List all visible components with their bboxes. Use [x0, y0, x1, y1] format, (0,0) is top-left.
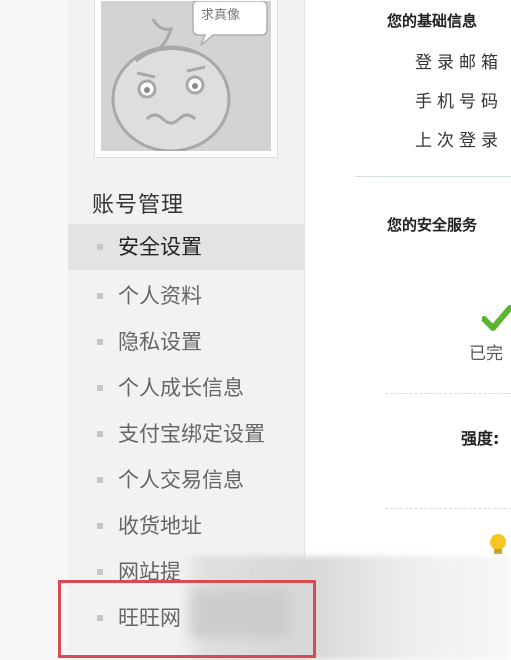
- sidebar-item-privacy[interactable]: 隐私设置: [68, 319, 304, 365]
- strength-label: 强度:: [461, 429, 500, 448]
- bullet-icon: [97, 523, 103, 529]
- status-done-label: 已完: [469, 344, 503, 364]
- section-divider: [355, 176, 511, 177]
- avatar-bubble-text: 求真像: [201, 8, 241, 23]
- sidebar-item-profile[interactable]: 个人资料: [68, 273, 304, 319]
- sidebar-item-trade-info[interactable]: 个人交易信息: [68, 457, 304, 503]
- bullet-icon: [97, 293, 103, 299]
- dashed-divider: [385, 393, 511, 394]
- bullet-icon: [97, 477, 103, 483]
- sidebar-item-shipping-address[interactable]: 收货地址: [68, 503, 304, 549]
- bullet-icon: [97, 244, 103, 250]
- login-email-label: 登录邮箱: [415, 53, 503, 73]
- checkmark-icon: [482, 305, 511, 331]
- avatar: 求真像: [101, 1, 271, 151]
- sidebar-item-label: 隐私设置: [118, 330, 202, 354]
- basic-info-title: 您的基础信息: [387, 12, 478, 30]
- sidebar-item-growth-info[interactable]: 个人成长信息: [68, 365, 304, 411]
- sidebar-item-security-settings[interactable]: 安全设置: [68, 224, 304, 270]
- bullet-icon: [97, 431, 103, 437]
- sidebar-item-label: 收货地址: [118, 514, 202, 538]
- bullet-icon: [97, 569, 103, 575]
- account-management-title: 账号管理: [92, 193, 185, 218]
- last-login-label: 上次登录: [415, 131, 503, 151]
- phone-number-label: 手机号码: [415, 92, 503, 112]
- sidebar-item-alipay-binding[interactable]: 支付宝绑定设置: [68, 411, 304, 457]
- bullet-icon: [97, 385, 103, 391]
- sidebar-item-label: 个人交易信息: [118, 468, 244, 492]
- avatar-frame[interactable]: 求真像: [94, 0, 278, 158]
- lightbulb-icon: [490, 534, 506, 554]
- sidebar-item-label: 支付宝绑定设置: [118, 422, 265, 446]
- dashed-divider: [385, 508, 511, 509]
- page-left-margin: [0, 0, 68, 660]
- sidebar-item-label: 个人成长信息: [118, 376, 244, 400]
- sidebar-item-label: 个人资料: [118, 284, 202, 308]
- avatar-cartoon-icon: [111, 1, 268, 151]
- security-services-title: 您的安全服务: [387, 216, 478, 234]
- highlight-annotation-box: [58, 580, 316, 658]
- bullet-icon: [97, 339, 103, 345]
- sidebar-item-label: 安全设置: [118, 235, 202, 259]
